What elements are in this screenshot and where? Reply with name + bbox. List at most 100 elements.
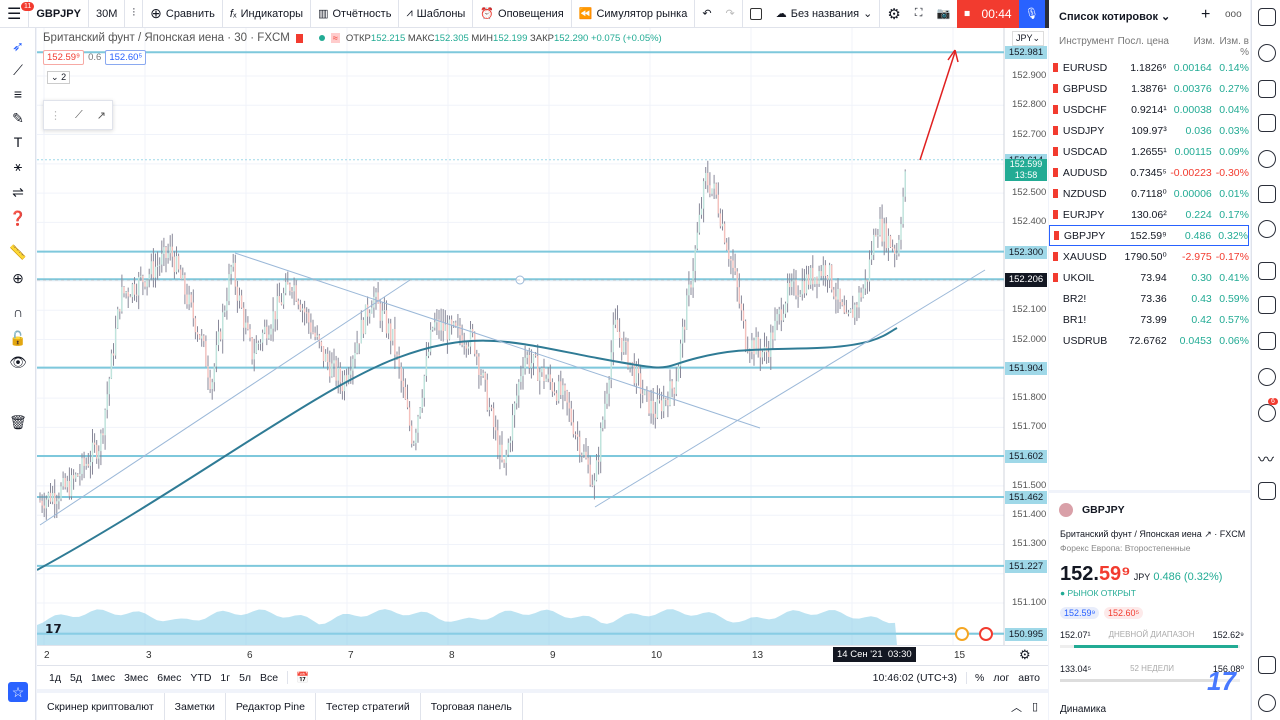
watchlist-title[interactable]: Список котировок ⌄: [1059, 10, 1170, 23]
log-toggle[interactable]: лог: [993, 672, 1009, 684]
alerts-button[interactable]: ⏰ Оповещения: [473, 0, 572, 28]
bid-price[interactable]: 152.59⁹: [1060, 607, 1100, 619]
watchlist-row[interactable]: GBPUSD 1.3876¹ 0.00376 0.27%: [1049, 78, 1249, 99]
cursor-icon[interactable]: ➶: [8, 36, 28, 56]
col-symbol[interactable]: Инструмент: [1049, 36, 1114, 58]
range-button[interactable]: 3мес: [124, 672, 148, 684]
maximize-panel-icon[interactable]: ▯: [1032, 700, 1038, 713]
chart-type-button[interactable]: ⫶: [125, 0, 144, 28]
horizontal-lines-icon[interactable]: ≡: [8, 84, 28, 104]
undo-button[interactable]: ↶: [695, 0, 718, 28]
indicators-button[interactable]: fₓ Индикаторы: [223, 0, 312, 28]
templates-button[interactable]: ⩘ Шаблоны: [399, 0, 474, 28]
favorites-star-icon[interactable]: ☆: [8, 682, 28, 702]
collapse-indicators-button[interactable]: ⌄ 2: [47, 71, 71, 84]
streams-icon[interactable]: [1258, 332, 1276, 350]
range-button[interactable]: Все: [260, 672, 278, 684]
recording-button[interactable]: ⏹ 00:44: [957, 0, 1019, 28]
help-icon[interactable]: ❓: [8, 208, 28, 228]
screenshot-button[interactable]: 📷: [929, 0, 957, 28]
interval-button[interactable]: 30M: [89, 0, 126, 28]
clock[interactable]: 10:46:02 (UTC+3): [873, 672, 957, 684]
eye-icon[interactable]: 👁: [8, 352, 28, 372]
help-icon[interactable]: [1258, 694, 1276, 712]
text-icon[interactable]: T: [8, 132, 28, 152]
buy-button[interactable]: 152.60⁵: [105, 50, 147, 65]
symbol-search-button[interactable]: GBPJPY: [29, 0, 89, 28]
ray-tool-icon[interactable]: ↗: [97, 109, 106, 122]
add-symbol-icon[interactable]: +: [1201, 6, 1210, 24]
reports-button[interactable]: ▥ Отчётность: [311, 0, 400, 28]
price-chart[interactable]: Британский фунт / Японская иена · 30 · F…: [37, 28, 1048, 645]
watchlist-row[interactable]: XAUUSD 1790.50⁰ -2.975 -0.17%: [1049, 246, 1249, 267]
more-options-icon[interactable]: ooo: [1225, 9, 1242, 20]
magnet-icon[interactable]: ∩: [8, 302, 28, 322]
watchlist-row[interactable]: EURJPY 130.06² 0.224 0.17%: [1049, 204, 1249, 225]
sell-button[interactable]: 152.59⁹: [43, 50, 85, 65]
replay-button[interactable]: ⏪ Симулятор рынка: [572, 0, 696, 28]
col-last[interactable]: Посл. цена: [1114, 36, 1169, 58]
bottom-tab[interactable]: Редактор Pine: [226, 693, 316, 720]
layers-icon[interactable]: [1258, 656, 1276, 674]
trendline-icon[interactable]: ⟋: [8, 60, 28, 80]
calendar-icon[interactable]: [1258, 185, 1276, 203]
microphone-button[interactable]: 🎙: [1018, 0, 1045, 28]
trash-icon[interactable]: 🗑: [8, 412, 28, 432]
col-change-pct[interactable]: Изм. в %: [1215, 36, 1249, 58]
menu-button[interactable]: ☰ 11: [0, 0, 35, 28]
ruler-icon[interactable]: 📏: [8, 242, 28, 262]
range-button[interactable]: 1д: [49, 672, 61, 684]
chart-canvas[interactable]: [37, 28, 1048, 645]
currency-selector[interactable]: JPY⌄: [1012, 31, 1045, 46]
time-axis[interactable]: 2 3 6 7 8 9 10 13 15 14 Сен '21 03:30 ⚙: [37, 645, 1048, 665]
goto-date-icon[interactable]: 📅: [287, 671, 309, 684]
alarm-clock-icon[interactable]: [1258, 44, 1276, 62]
drag-handle-icon[interactable]: ⋮: [50, 109, 61, 122]
percent-toggle[interactable]: %: [966, 671, 984, 684]
news-icon[interactable]: [1258, 80, 1276, 98]
chat-icon[interactable]: [1258, 262, 1276, 280]
bottom-tab[interactable]: Тестер стратегий: [316, 693, 421, 720]
watchlist-row[interactable]: USDCHF 0.9214¹ 0.00038 0.04%: [1049, 99, 1249, 120]
watchlist-row[interactable]: USDCAD 1.2655¹ 0.00115 0.09%: [1049, 141, 1249, 162]
layout-name-button[interactable]: ☁ Без названия ⌄: [769, 0, 881, 28]
pattern-icon[interactable]: ⚹: [8, 156, 28, 176]
range-button[interactable]: 5д: [70, 672, 82, 684]
line-tool-icon[interactable]: ⟋: [75, 109, 83, 122]
settings-button[interactable]: ⚙: [880, 0, 907, 28]
watchlist-icon[interactable]: [1258, 8, 1276, 26]
compare-button[interactable]: ⊕ Сравнить: [143, 0, 223, 28]
hotlist-icon[interactable]: [1258, 150, 1276, 168]
ask-price[interactable]: 152.60⁵: [1104, 607, 1144, 619]
range-button[interactable]: 1мес: [91, 672, 115, 684]
redo-button[interactable]: ↷: [719, 0, 743, 28]
watchlist-row[interactable]: USDRUB 72.6762 0.0453 0.06%: [1049, 330, 1249, 351]
notes-icon[interactable]: [1258, 114, 1276, 132]
layout-checkbox[interactable]: [743, 0, 769, 28]
lock-icon[interactable]: 🔓: [8, 328, 28, 348]
watchlist-row[interactable]: UKOIL 73.94 0.30 0.41%: [1049, 267, 1249, 288]
watchlist-row[interactable]: NZDUSD 0.7118⁰ 0.00006 0.01%: [1049, 183, 1249, 204]
axis-settings-icon[interactable]: ⚙: [1019, 647, 1031, 663]
pulse-icon[interactable]: 〰: [1258, 446, 1276, 469]
watchlist-row[interactable]: GBPJPY 152.59⁹ 0.486 0.32%: [1049, 225, 1249, 246]
range-button[interactable]: 1г: [220, 672, 230, 684]
col-change[interactable]: Изм.: [1169, 36, 1215, 58]
bottom-tab[interactable]: Скринер криптовалют: [37, 693, 165, 720]
watchlist-row[interactable]: AUDUSD 0.7345⁵ -0.00223 -0.30%: [1049, 162, 1249, 183]
fullscreen-button[interactable]: ⛶: [908, 0, 930, 28]
broadcast-icon[interactable]: [1258, 368, 1276, 386]
watchlist-row[interactable]: USDJPY 109.97³ 0.036 0.03%: [1049, 120, 1249, 141]
brush-icon[interactable]: ✎: [8, 108, 28, 128]
bottom-tab[interactable]: Заметки: [165, 693, 226, 720]
range-button[interactable]: 6мес: [157, 672, 181, 684]
notifications-bell-icon[interactable]: [1258, 404, 1276, 422]
bottom-tab[interactable]: Торговая панель: [421, 693, 523, 720]
measure-icon[interactable]: ⇌: [8, 182, 28, 202]
watchlist-row[interactable]: BR2! 73.36 0.43 0.59%: [1049, 288, 1249, 309]
chevron-up-icon[interactable]: ︿: [1011, 699, 1022, 715]
dom-icon[interactable]: [1258, 482, 1276, 500]
watchlist-row[interactable]: BR1! 73.99 0.42 0.57%: [1049, 309, 1249, 330]
zoom-icon[interactable]: ⊕: [8, 268, 28, 288]
auto-toggle[interactable]: авто: [1018, 672, 1040, 684]
